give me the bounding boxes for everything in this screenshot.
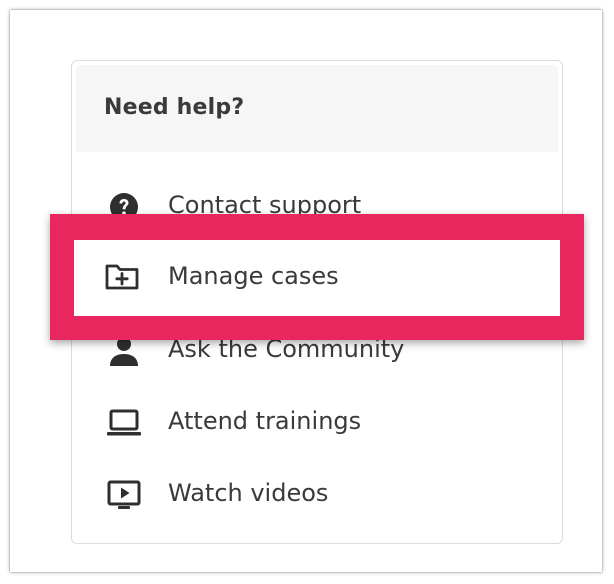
help-item-manage-cases[interactable]: Manage cases — [74, 240, 560, 316]
help-item-label: Watch videos — [168, 479, 329, 507]
help-item-label: Manage cases — [168, 262, 339, 290]
folder-plus-icon — [104, 261, 140, 293]
help-panel-title: Need help? — [104, 95, 245, 120]
help-item-attend-trainings[interactable]: Attend trainings — [72, 393, 562, 453]
highlight-callout: Manage cases — [50, 214, 584, 340]
help-panel-header: Need help? — [76, 65, 558, 152]
screenshot-frame: Need help? Contact support Ask the Commu… — [10, 10, 602, 572]
help-item-label: Attend trainings — [168, 407, 362, 435]
video-play-icon — [106, 479, 142, 511]
laptop-icon — [106, 407, 142, 439]
help-item-watch-videos[interactable]: Watch videos — [72, 465, 562, 525]
